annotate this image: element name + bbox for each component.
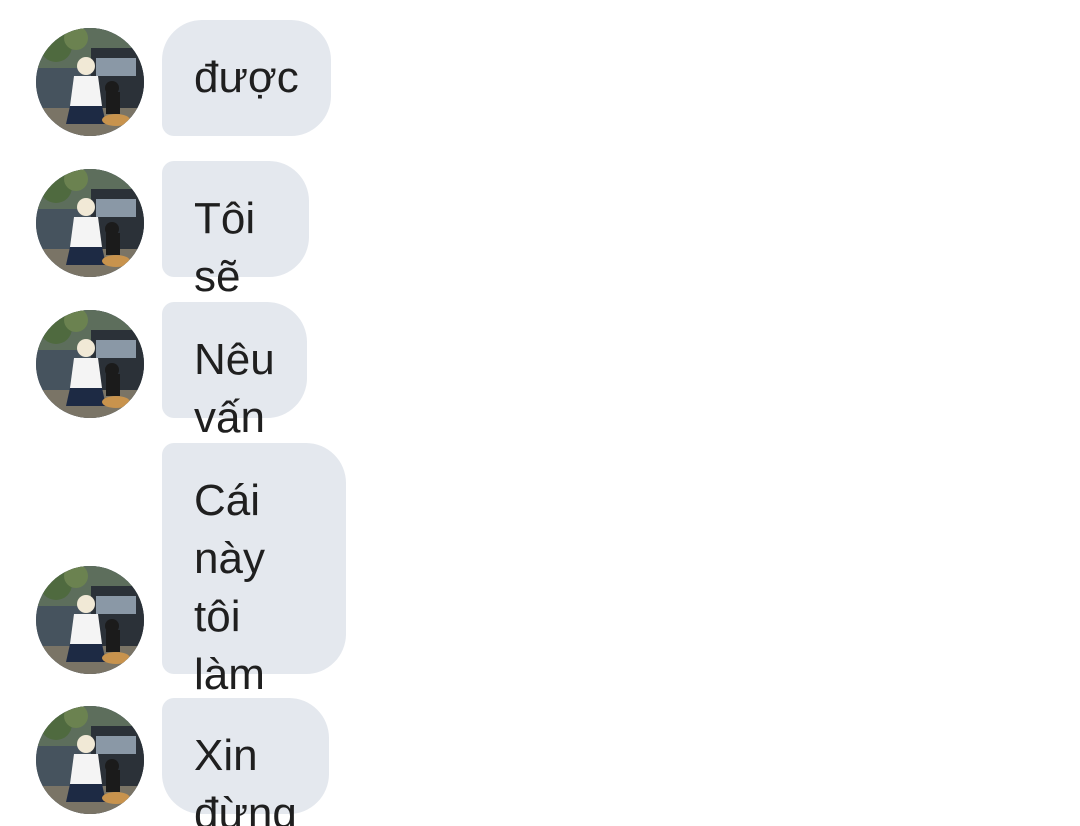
message-bubble[interactable]: được [162, 20, 331, 136]
user-avatar-icon[interactable] [36, 28, 144, 136]
user-avatar-icon[interactable] [36, 310, 144, 418]
message-bubble[interactable]: Xin đừng hậu tạ hay gì cả [162, 698, 329, 826]
user-avatar-icon[interactable] [36, 169, 144, 277]
message-bubble[interactable]: Tôi sẽ giúp [162, 161, 310, 359]
message-bubble[interactable]: Nêu vấn đề đi [162, 302, 307, 558]
message-bubble[interactable]: Cái này tôi làm tùy tâm vì không muốn mọ… [162, 443, 346, 826]
user-avatar-icon[interactable] [36, 706, 144, 814]
user-avatar-icon[interactable] [36, 566, 144, 674]
